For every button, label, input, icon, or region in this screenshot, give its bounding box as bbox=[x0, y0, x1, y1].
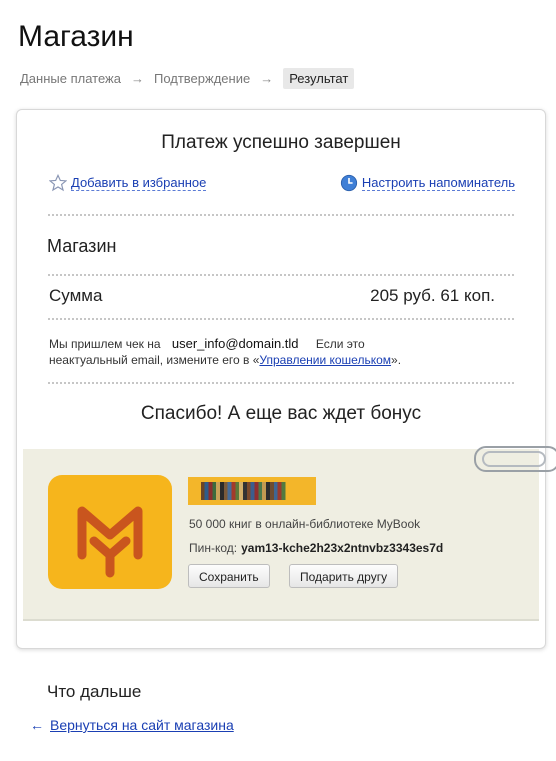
receipt-email: user_info@domain.tld bbox=[171, 336, 299, 351]
bonus-description: 50 000 книг в онлайн-библиотеке MyBook bbox=[189, 517, 421, 531]
payment-result-card: Платеж успешно завершен Добавить в избра… bbox=[16, 109, 556, 649]
breadcrumb: Данные платежа → Подтверждение → Результ… bbox=[20, 68, 355, 89]
bonus-heading: Спасибо! А еще вас ждет бонус bbox=[140, 403, 422, 424]
receipt-prefix: Мы пришлем чек на bbox=[49, 337, 161, 351]
receipt-if-text: Если это bbox=[315, 337, 365, 351]
clock-icon bbox=[340, 174, 357, 192]
sum-value: 205 руб. 61 коп. bbox=[370, 286, 495, 305]
receipt-notice: Мы пришлем чек на user_info@domain.tld Е… bbox=[49, 336, 509, 368]
star-icon bbox=[49, 174, 67, 192]
sum-label: Сумма bbox=[49, 286, 103, 305]
pin-label: Пин-код: bbox=[189, 541, 238, 555]
bookshelf-banner bbox=[188, 477, 316, 505]
breadcrumb-step-confirmation: Подтверждение bbox=[153, 71, 251, 86]
card-title: Платеж успешно завершен bbox=[161, 132, 401, 153]
back-to-shop-link[interactable]: Вернуться на сайт магазина bbox=[50, 717, 234, 733]
breadcrumb-step-payment-data: Данные платежа bbox=[20, 71, 121, 86]
page-title: Магазин bbox=[18, 20, 134, 53]
add-favorite-action[interactable]: Добавить в избранное bbox=[49, 174, 207, 192]
gift-to-friend-button[interactable]: Подарить другу bbox=[289, 564, 399, 588]
receipt-line2-suffix: ». bbox=[391, 353, 402, 367]
back-to-shop[interactable]: ← Вернуться на сайт магазина bbox=[30, 717, 234, 733]
mybook-logo-graphic bbox=[77, 506, 143, 578]
next-steps-heading: Что дальше bbox=[47, 682, 142, 701]
divider bbox=[48, 214, 514, 216]
divider bbox=[48, 318, 514, 320]
breadcrumb-arrow-icon: → bbox=[260, 71, 274, 86]
set-reminder-link[interactable]: Настроить напоминатель bbox=[361, 175, 515, 191]
divider bbox=[48, 274, 514, 276]
paperclip-icon bbox=[474, 446, 556, 472]
mybook-logo-icon bbox=[48, 475, 172, 589]
breadcrumb-arrow-icon: → bbox=[130, 71, 144, 86]
wallet-settings-link[interactable]: Управлении кошельком bbox=[259, 353, 391, 367]
pin-code-row: Пин-код: yam13-kche2h23x2ntnvbz3343es7d bbox=[189, 541, 443, 555]
save-button[interactable]: Сохранить bbox=[188, 564, 270, 588]
set-reminder-action[interactable]: Настроить напоминатель bbox=[340, 174, 515, 192]
merchant-name: Магазин bbox=[47, 236, 117, 256]
bonus-panel: 50 000 книг в онлайн-библиотеке MyBook П… bbox=[23, 446, 556, 621]
add-favorite-link[interactable]: Добавить в избранное bbox=[71, 175, 207, 191]
receipt-line2-prefix: неактуальный email, измените его в « bbox=[49, 353, 260, 367]
arrow-left-icon: ← bbox=[30, 717, 44, 733]
breadcrumb-step-result: Результат bbox=[283, 68, 355, 89]
divider bbox=[48, 382, 514, 384]
pin-code-value[interactable]: yam13-kche2h23x2ntnvbz3343es7d bbox=[241, 541, 443, 555]
